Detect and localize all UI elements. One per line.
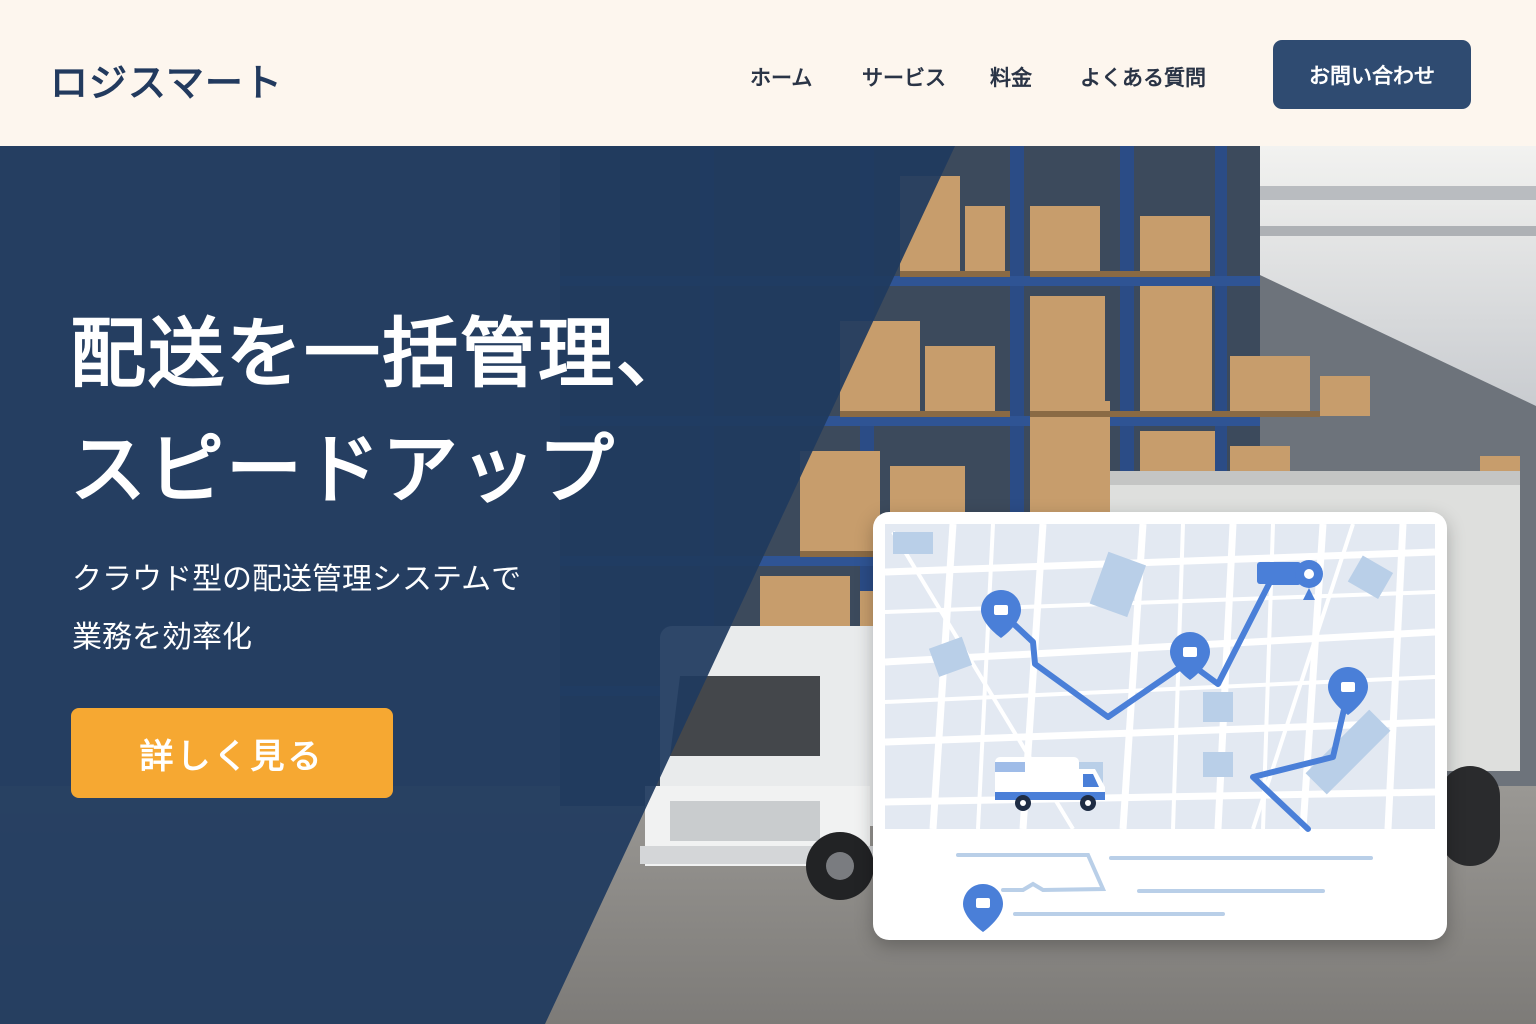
headline-line-1: 配送を一括管理、 [70,309,694,398]
nav-service[interactable]: サービス [862,62,946,92]
route-map-illustration [884,523,1436,932]
logo[interactable]: ロジスマート [50,52,283,107]
nav-pricing[interactable]: 料金 [990,62,1032,92]
learn-more-button[interactable]: 詳しく見る [71,708,393,798]
subtext-line-1: クラウド型の配送管理システムで [72,562,522,597]
headline-line-2: スピードアップ [70,425,616,514]
hero-headline: 配送を一括管理、 スピードアップ [70,296,694,528]
contact-button[interactable]: お問い合わせ [1273,40,1471,109]
nav-home[interactable]: ホーム [750,62,812,92]
map-pin-icon [963,884,1003,932]
route-map-card [873,512,1447,940]
hero-subtext: クラウド型の配送管理システムで 業務を効率化 [72,551,521,667]
subtext-line-2: 業務を効率化 [72,620,252,655]
site-header: ロジスマート ホーム サービス 料金 よくある質問 お問い合わせ [0,0,1536,146]
nav-faq[interactable]: よくある質問 [1080,62,1206,92]
hero-section: 配送を一括管理、 スピードアップ クラウド型の配送管理システムで 業務を効率化 … [0,146,1536,1024]
